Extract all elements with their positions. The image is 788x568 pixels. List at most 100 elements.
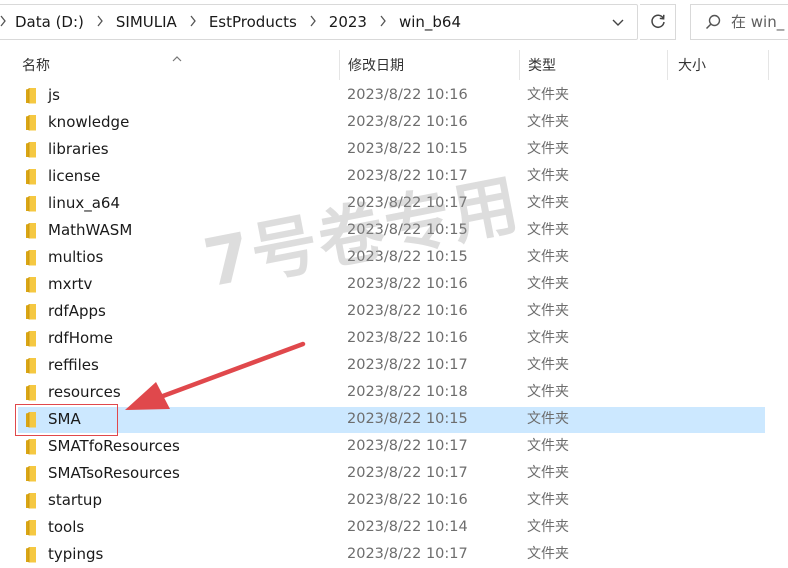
folder-icon	[25, 546, 37, 568]
chevron-right-icon[interactable]	[96, 15, 104, 30]
file-name[interactable]: resources	[48, 379, 121, 406]
address-bar[interactable]: Data (D:) SIMULIA EstProducts 2023 win_b…	[0, 4, 638, 40]
file-type: 文件夹	[527, 384, 569, 400]
file-modified-date: 2023/8/22 10:16	[347, 87, 468, 103]
file-type: 文件夹	[527, 546, 569, 562]
folder-icon	[25, 222, 37, 244]
file-modified-date: 2023/8/22 10:17	[347, 168, 468, 184]
file-modified-date: 2023/8/22 10:17	[347, 465, 468, 481]
file-modified-date: 2023/8/22 10:16	[347, 492, 468, 508]
file-name[interactable]: mxrtv	[48, 271, 92, 298]
file-modified-date: 2023/8/22 10:16	[347, 330, 468, 346]
chevron-down-icon[interactable]	[609, 13, 627, 31]
column-divider[interactable]	[667, 50, 668, 80]
file-name[interactable]: knowledge	[48, 109, 129, 136]
file-type: 文件夹	[527, 330, 569, 346]
folder-icon	[25, 168, 37, 190]
folder-icon	[25, 492, 37, 514]
column-header-name[interactable]: 名称	[14, 46, 340, 82]
file-type: 文件夹	[527, 276, 569, 292]
file-modified-date: 2023/8/22 10:15	[347, 249, 468, 265]
file-row[interactable]: libraries 2023/8/22 10:15 文件夹	[0, 136, 788, 163]
chevron-right-icon[interactable]	[309, 15, 317, 30]
breadcrumb-item-data-drive[interactable]: Data (D:)	[15, 13, 84, 31]
refresh-icon	[649, 13, 667, 31]
chevron-right-icon[interactable]	[189, 15, 197, 30]
file-row[interactable]: rdfApps 2023/8/22 10:16 文件夹	[0, 298, 788, 325]
file-modified-date: 2023/8/22 10:18	[347, 384, 468, 400]
file-row[interactable]: MathWASM 2023/8/22 10:15 文件夹	[0, 217, 788, 244]
file-name[interactable]: startup	[48, 487, 102, 514]
chevron-right-icon[interactable]	[0, 15, 7, 30]
refresh-button[interactable]	[640, 4, 676, 40]
folder-icon	[25, 303, 37, 325]
breadcrumb-item-2023[interactable]: 2023	[329, 13, 367, 31]
file-name[interactable]: rdfHome	[48, 325, 113, 352]
file-row[interactable]: SMA 2023/8/22 10:15 文件夹	[0, 406, 788, 433]
folder-icon	[25, 465, 37, 487]
file-modified-date: 2023/8/22 10:15	[347, 141, 468, 157]
file-name[interactable]: multios	[48, 244, 103, 271]
file-row[interactable]: mxrtv 2023/8/22 10:16 文件夹	[0, 271, 788, 298]
file-type: 文件夹	[527, 114, 569, 130]
folder-icon	[25, 438, 37, 460]
column-divider[interactable]	[768, 50, 769, 80]
file-type: 文件夹	[527, 141, 569, 157]
file-row[interactable]: SMATsoResources 2023/8/22 10:17 文件夹	[0, 460, 788, 487]
folder-icon	[25, 141, 37, 163]
chevron-right-icon[interactable]	[379, 15, 387, 30]
file-name[interactable]: SMATfoResources	[48, 433, 180, 460]
file-name[interactable]: SMA	[48, 406, 81, 433]
folder-icon	[25, 195, 37, 217]
file-row[interactable]: linux_a64 2023/8/22 10:17 文件夹	[0, 190, 788, 217]
breadcrumb-item-win-b64[interactable]: win_b64	[399, 13, 461, 31]
breadcrumb-item-simulia[interactable]: SIMULIA	[116, 13, 177, 31]
file-name[interactable]: SMATsoResources	[48, 460, 180, 487]
folder-icon	[25, 384, 37, 406]
search-input[interactable]	[731, 13, 788, 31]
file-type: 文件夹	[527, 87, 569, 103]
file-row[interactable]: knowledge 2023/8/22 10:16 文件夹	[0, 109, 788, 136]
file-row[interactable]: tools 2023/8/22 10:14 文件夹	[0, 514, 788, 541]
file-name[interactable]: MathWASM	[48, 217, 132, 244]
file-row[interactable]: typings 2023/8/22 10:17 文件夹	[0, 541, 788, 568]
file-row[interactable]: reffiles 2023/8/22 10:17 文件夹	[0, 352, 788, 379]
file-modified-date: 2023/8/22 10:16	[347, 303, 468, 319]
file-name[interactable]: tools	[48, 514, 84, 541]
file-modified-date: 2023/8/22 10:15	[347, 411, 468, 427]
file-row[interactable]: resources 2023/8/22 10:18 文件夹	[0, 379, 788, 406]
file-name[interactable]: typings	[48, 541, 103, 568]
column-header-size[interactable]: 大小	[670, 46, 770, 82]
file-type: 文件夹	[527, 249, 569, 265]
file-row[interactable]: startup 2023/8/22 10:16 文件夹	[0, 487, 788, 514]
file-row[interactable]: SMATfoResources 2023/8/22 10:17 文件夹	[0, 433, 788, 460]
toolbar: Data (D:) SIMULIA EstProducts 2023 win_b…	[0, 0, 788, 46]
file-name[interactable]: reffiles	[48, 352, 99, 379]
column-header-date[interactable]: 修改日期	[340, 46, 520, 82]
file-name[interactable]: rdfApps	[48, 298, 106, 325]
file-type: 文件夹	[527, 168, 569, 184]
file-modified-date: 2023/8/22 10:16	[347, 114, 468, 130]
file-row[interactable]: license 2023/8/22 10:17 文件夹	[0, 163, 788, 190]
search-box[interactable]	[690, 4, 788, 40]
file-name[interactable]: libraries	[48, 136, 109, 163]
breadcrumb-item-estproducts[interactable]: EstProducts	[209, 13, 297, 31]
file-modified-date: 2023/8/22 10:16	[347, 276, 468, 292]
column-header-type[interactable]: 类型	[520, 46, 668, 82]
folder-icon	[25, 357, 37, 379]
file-row[interactable]: rdfHome 2023/8/22 10:16 文件夹	[0, 325, 788, 352]
folder-icon	[25, 411, 37, 433]
file-type: 文件夹	[527, 222, 569, 238]
file-modified-date: 2023/8/22 10:17	[347, 438, 468, 454]
file-row[interactable]: multios 2023/8/22 10:15 文件夹	[0, 244, 788, 271]
file-name[interactable]: license	[48, 163, 100, 190]
file-type: 文件夹	[527, 411, 569, 427]
file-modified-date: 2023/8/22 10:17	[347, 195, 468, 211]
file-modified-date: 2023/8/22 10:14	[347, 519, 468, 535]
file-row[interactable]: js 2023/8/22 10:16 文件夹	[0, 82, 788, 109]
file-type: 文件夹	[527, 519, 569, 535]
file-type: 文件夹	[527, 357, 569, 373]
file-type: 文件夹	[527, 303, 569, 319]
file-name[interactable]: linux_a64	[48, 190, 120, 217]
file-name[interactable]: js	[48, 82, 60, 109]
